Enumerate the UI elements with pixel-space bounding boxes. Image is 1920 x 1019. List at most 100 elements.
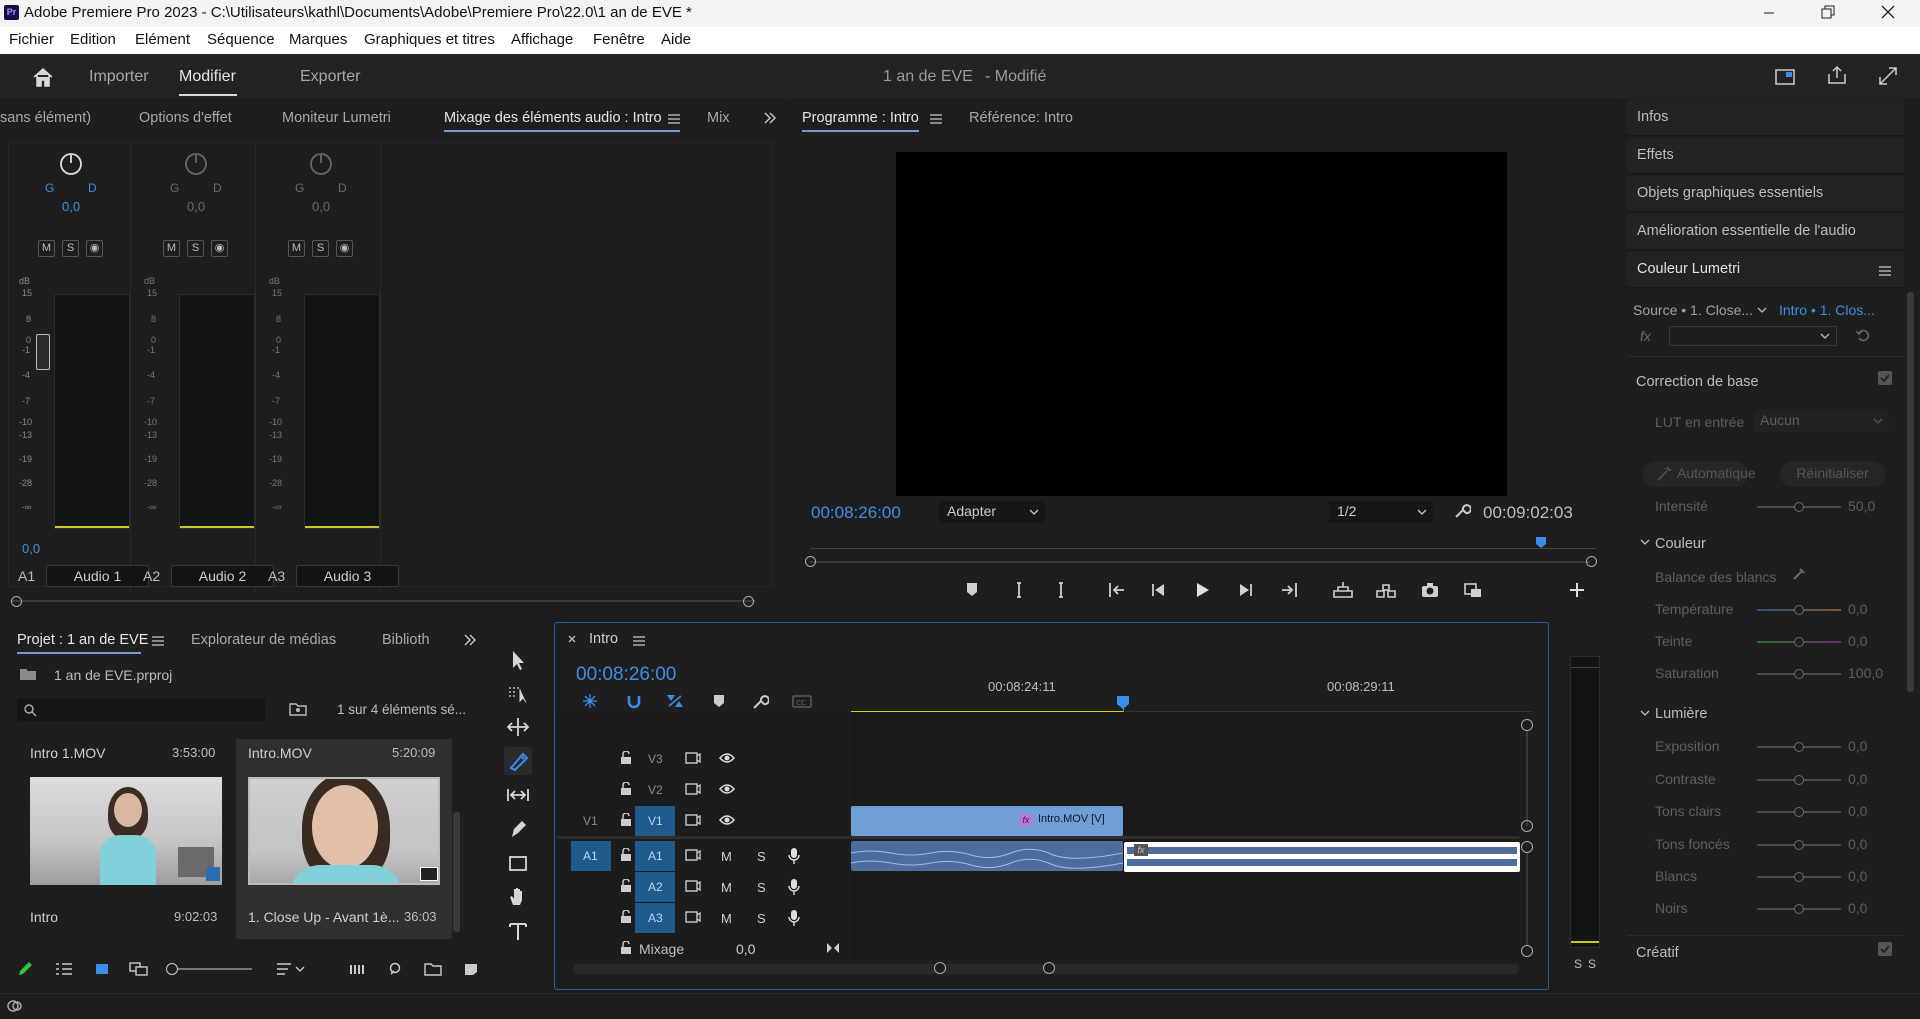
source-patch-label[interactable]: V1 <box>583 814 598 828</box>
menu-marques[interactable]: Marques <box>289 31 347 48</box>
mute-button[interactable]: M <box>163 240 180 257</box>
creative-section-heading[interactable]: Créatif <box>1636 945 1679 961</box>
sync-lock-icon[interactable] <box>685 910 701 924</box>
microphone-icon[interactable] <box>788 878 800 896</box>
scroll-handle-right[interactable] <box>743 596 754 607</box>
export-frame-icon[interactable] <box>1420 581 1442 603</box>
menu-fichier[interactable]: Fichier <box>9 31 54 48</box>
more-tabs-icon[interactable] <box>763 112 777 124</box>
audio-clip-selected[interactable]: fx <box>1124 842 1520 872</box>
timeline-settings-icon[interactable] <box>751 693 769 711</box>
freeform-view-icon[interactable] <box>129 962 149 976</box>
tab-explorateur[interactable]: Explorateur de médias <box>191 632 336 648</box>
lock-icon[interactable] <box>620 848 632 862</box>
shadows-value[interactable]: 0,0 <box>1848 836 1867 852</box>
lift-icon[interactable] <box>1332 581 1354 603</box>
lut-dropdown[interactable]: Aucun <box>1754 410 1889 432</box>
creative-checkbox[interactable] <box>1878 942 1892 956</box>
tab-options-effet[interactable]: Options d'effet <box>139 110 232 126</box>
automate-to-sequence-icon[interactable] <box>349 962 367 976</box>
new-item-icon[interactable] <box>463 962 479 976</box>
solo-button[interactable]: S <box>757 849 766 864</box>
tab-mix[interactable]: Mix <box>707 110 730 126</box>
add-marker-icon[interactable] <box>713 694 725 708</box>
monitor-playhead[interactable] <box>1535 537 1547 549</box>
mixer-scrollbar[interactable] <box>10 600 755 602</box>
tab-programme[interactable]: Programme : Intro <box>802 110 919 126</box>
mark-in-icon[interactable] <box>1012 581 1034 603</box>
hand-tool-icon[interactable] <box>504 883 532 911</box>
audio-clip[interactable] <box>851 841 1123 871</box>
sync-lock-icon[interactable] <box>685 813 701 827</box>
exposure-knob[interactable] <box>1794 742 1804 752</box>
blacks-value[interactable]: 0,0 <box>1848 900 1867 916</box>
panel-menu-icon[interactable] <box>930 114 942 124</box>
timeline-ruler[interactable] <box>851 672 1532 712</box>
project-search-input[interactable] <box>17 699 265 721</box>
source-clip-label[interactable]: Source • 1. Close... <box>1633 302 1753 318</box>
basic-correction-checkbox[interactable] <box>1878 371 1892 385</box>
target-clip-label[interactable]: Intro • 1. Clos... <box>1779 302 1875 318</box>
tab-mixage-audio[interactable]: Mixage des éléments audio : Intro <box>444 110 662 126</box>
pan-knob-icon[interactable] <box>184 152 208 176</box>
ripple-edit-tool-icon[interactable] <box>504 713 532 741</box>
zoom-slider-knob[interactable] <box>166 963 178 975</box>
go-to-out-icon[interactable] <box>1279 581 1301 603</box>
go-to-in-icon[interactable] <box>1107 581 1129 603</box>
more-tabs-icon[interactable] <box>463 634 477 646</box>
record-button[interactable]: ◉ <box>336 240 353 257</box>
whites-value[interactable]: 0,0 <box>1848 868 1867 884</box>
rectangle-tool-icon[interactable] <box>504 849 532 877</box>
panel-menu-icon[interactable] <box>668 114 680 124</box>
lock-icon[interactable] <box>620 813 632 827</box>
share-icon[interactable] <box>1826 64 1848 86</box>
add-marker-icon[interactable] <box>964 581 986 603</box>
mute-button[interactable]: M <box>38 240 55 257</box>
eye-icon[interactable] <box>719 752 735 764</box>
tint-knob[interactable] <box>1794 637 1804 647</box>
new-folder-icon[interactable] <box>424 962 442 976</box>
sync-lock-icon[interactable] <box>685 782 701 796</box>
add-button-icon[interactable] <box>1568 581 1590 603</box>
track-select-tool-icon[interactable] <box>504 679 532 707</box>
wrench-icon[interactable] <box>1453 502 1471 520</box>
video-frame[interactable] <box>896 152 1507 496</box>
pan-knob-icon[interactable] <box>309 152 333 176</box>
vscroll-mid-handle-2[interactable] <box>1521 841 1533 853</box>
section-amelioration-audio[interactable]: Amélioration essentielle de l'audio <box>1627 214 1904 250</box>
thumbnail-image[interactable] <box>30 777 222 885</box>
menu-graphiques[interactable]: Graphiques et titres <box>364 31 495 48</box>
mix-value[interactable]: 0,0 <box>736 941 755 957</box>
panel-menu-icon[interactable] <box>633 636 645 646</box>
chevron-down-icon[interactable] <box>1640 539 1650 545</box>
hscroll-left-handle[interactable] <box>934 962 946 974</box>
lock-icon[interactable] <box>620 782 632 796</box>
panel-menu-icon[interactable] <box>152 636 164 646</box>
menu-fenetre[interactable]: Fenêtre <box>593 31 645 48</box>
color-section-heading[interactable]: Couleur <box>1655 536 1706 552</box>
exposure-value[interactable]: 0,0 <box>1848 738 1867 754</box>
lock-icon[interactable] <box>620 751 632 765</box>
microphone-icon[interactable] <box>788 909 800 927</box>
pan-value[interactable]: 0,0 <box>312 199 330 214</box>
tab-moniteur-lumetri[interactable]: Moniteur Lumetri <box>282 110 391 126</box>
thumbnail-image[interactable] <box>248 777 440 885</box>
step-back-icon[interactable] <box>1149 581 1171 603</box>
whites-knob[interactable] <box>1794 872 1804 882</box>
tab-modifier[interactable]: Modifier <box>179 68 236 86</box>
new-bin-icon[interactable] <box>289 702 307 716</box>
close-window-icon[interactable] <box>1880 4 1896 20</box>
solo-button[interactable]: S <box>312 240 329 257</box>
track-label[interactable]: A2 <box>648 880 663 894</box>
tab-timeline-intro[interactable]: Intro <box>589 631 618 647</box>
icon-view-icon[interactable] <box>94 962 110 976</box>
pan-value[interactable]: 0,0 <box>62 199 80 214</box>
track-label[interactable]: A3 <box>648 911 663 925</box>
solo-button[interactable]: S <box>757 880 766 895</box>
record-button[interactable]: ◉ <box>86 240 103 257</box>
zoom-slider[interactable] <box>172 968 252 970</box>
find-icon[interactable] <box>388 961 404 977</box>
snap-icon[interactable] <box>625 692 643 710</box>
panel-menu-icon[interactable] <box>1879 266 1891 276</box>
tab-exporter[interactable]: Exporter <box>300 68 360 86</box>
